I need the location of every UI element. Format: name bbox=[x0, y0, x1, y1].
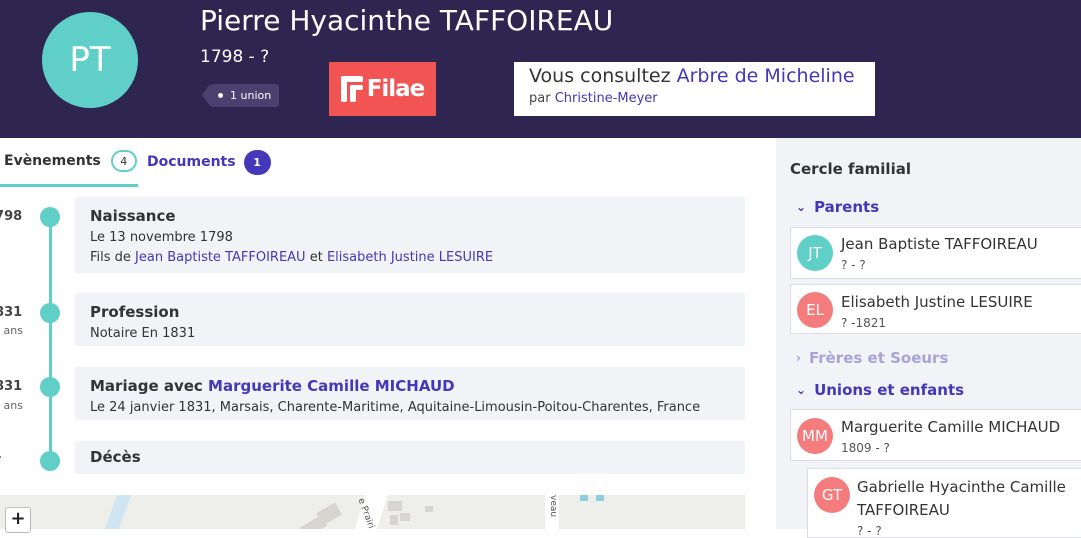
timeline-age: 33 ans bbox=[0, 324, 23, 337]
parent-card-mother[interactable]: EL Elisabeth Justine LESUIRE ? -1821 bbox=[790, 284, 1081, 334]
father-link[interactable]: Jean Baptiste TAFFOIREAU bbox=[135, 250, 306, 265]
tree-prefix: Vous consultez bbox=[529, 65, 677, 87]
event-title-prefix: Mariage avec bbox=[90, 377, 209, 395]
person-name: Elisabeth Justine LESUIRE bbox=[841, 293, 1033, 311]
event-card-mariage[interactable]: Mariage avec Marguerite Camille MICHAUD … bbox=[75, 367, 745, 420]
avatar: MM bbox=[797, 418, 833, 454]
timeline-year: 1831 bbox=[0, 379, 23, 394]
timeline-line bbox=[49, 217, 52, 462]
person-name: Jean Baptiste TAFFOIREAU bbox=[841, 235, 1038, 253]
tab-bar: Evènements 4 Documents 1 bbox=[0, 138, 776, 188]
page-title: Pierre Hyacinthe TAFFOIREAU bbox=[200, 4, 614, 37]
timeline-year: 1831 bbox=[0, 305, 23, 320]
person-dates: ? - ? bbox=[857, 524, 882, 538]
union-tag-label: 1 union bbox=[230, 89, 272, 102]
filae-logo[interactable]: Filae bbox=[329, 62, 436, 116]
event-title: Naissance bbox=[90, 207, 176, 225]
timeline-year: 1798 bbox=[0, 209, 23, 224]
person-name: Gabrielle Hyacinthe Camille bbox=[857, 478, 1066, 496]
avatar: EL bbox=[797, 292, 833, 328]
parent-card-father[interactable]: JT Jean Baptiste TAFFOIREAU ? - ? bbox=[790, 227, 1081, 279]
section-parents[interactable]: ⌄ Parents bbox=[796, 198, 879, 216]
spouse-card[interactable]: MM Marguerite Camille MICHAUD 1809 - ? bbox=[790, 409, 1081, 461]
person-dates: 1798 - ? bbox=[200, 47, 270, 67]
documents-count-badge: 1 bbox=[243, 149, 271, 175]
section-siblings[interactable]: › Frères et Soeurs bbox=[796, 349, 948, 367]
event-card-naissance[interactable]: Naissance Le 13 novembre 1798 Fils de Je… bbox=[75, 197, 745, 273]
avatar: PT bbox=[42, 12, 138, 108]
union-tag[interactable]: 1 union bbox=[201, 84, 280, 107]
timeline-dot bbox=[40, 377, 60, 397]
timeline-year: - bbox=[0, 450, 1, 465]
event-parents-prefix: Fils de bbox=[90, 250, 136, 265]
event-detail: Notaire En 1831 bbox=[90, 326, 196, 341]
filae-mark-icon bbox=[340, 76, 363, 102]
zoom-in-button[interactable]: + bbox=[5, 507, 31, 533]
person-dates: ? -1821 bbox=[841, 316, 887, 330]
spouse-link[interactable]: Marguerite Camille MICHAUD bbox=[208, 377, 455, 395]
avatar: GT bbox=[814, 477, 850, 513]
chevron-down-icon: ⌄ bbox=[796, 383, 807, 397]
event-detail: Le 24 janvier 1831, Marsais, Charente-Ma… bbox=[90, 400, 701, 415]
timeline-dot bbox=[40, 207, 60, 227]
tree-info-box: Vous consultez Arbre de Micheline par Ch… bbox=[514, 62, 875, 116]
timeline-age: 32 ans bbox=[0, 399, 23, 412]
person-header: PT Pierre Hyacinthe TAFFOIREAU 1798 - ? … bbox=[0, 0, 1081, 138]
event-title: Profession bbox=[90, 303, 180, 321]
avatar: JT bbox=[797, 235, 833, 271]
event-title: Décès bbox=[90, 448, 141, 466]
events-count-badge: 4 bbox=[110, 150, 137, 172]
timeline-dot bbox=[40, 303, 60, 323]
tab-documents[interactable]: Documents 1 bbox=[147, 138, 271, 186]
event-card-deces[interactable]: Décès bbox=[75, 441, 745, 474]
filae-logo-text: Filae bbox=[366, 76, 426, 102]
and-text: et bbox=[305, 250, 327, 265]
section-unions-label: Unions et enfants bbox=[814, 381, 965, 399]
event-card-profession[interactable]: Profession Notaire En 1831 bbox=[75, 293, 745, 346]
chevron-down-icon: ⌄ bbox=[796, 200, 807, 214]
section-unions[interactable]: ⌄ Unions et enfants bbox=[796, 381, 964, 399]
dot-icon bbox=[218, 93, 223, 98]
person-dates: ? - ? bbox=[841, 258, 866, 272]
timeline-dot bbox=[40, 451, 60, 471]
person-dates: 1809 - ? bbox=[841, 441, 890, 455]
tab-documents-label: Documents bbox=[147, 154, 236, 170]
chevron-right-icon: › bbox=[796, 351, 801, 365]
event-date: Le 13 novembre 1798 bbox=[90, 230, 233, 245]
tab-events-label: Evènements bbox=[4, 153, 101, 169]
child-card[interactable]: GT Gabrielle Hyacinthe Camille TAFFOIREA… bbox=[807, 468, 1081, 538]
street-label: veau bbox=[548, 495, 558, 518]
sidebar-title: Cercle familial bbox=[790, 160, 911, 178]
person-name-line2: TAFFOIREAU bbox=[857, 501, 950, 519]
mother-link[interactable]: Elisabeth Justine LESUIRE bbox=[327, 250, 493, 265]
section-parents-label: Parents bbox=[814, 198, 880, 216]
family-sidebar: Cercle familial ⌄ Parents JT Jean Baptis… bbox=[776, 138, 1081, 538]
section-siblings-label: Frères et Soeurs bbox=[808, 349, 949, 367]
map[interactable]: e Prairi veau bbox=[0, 495, 745, 529]
tree-name-link[interactable]: Arbre de Micheline bbox=[677, 65, 855, 87]
tab-events[interactable]: Evènements 4 bbox=[0, 138, 138, 187]
person-name: Marguerite Camille MICHAUD bbox=[841, 418, 1061, 436]
author-link[interactable]: Christine-Meyer bbox=[555, 91, 658, 106]
by-prefix: par bbox=[529, 91, 555, 106]
